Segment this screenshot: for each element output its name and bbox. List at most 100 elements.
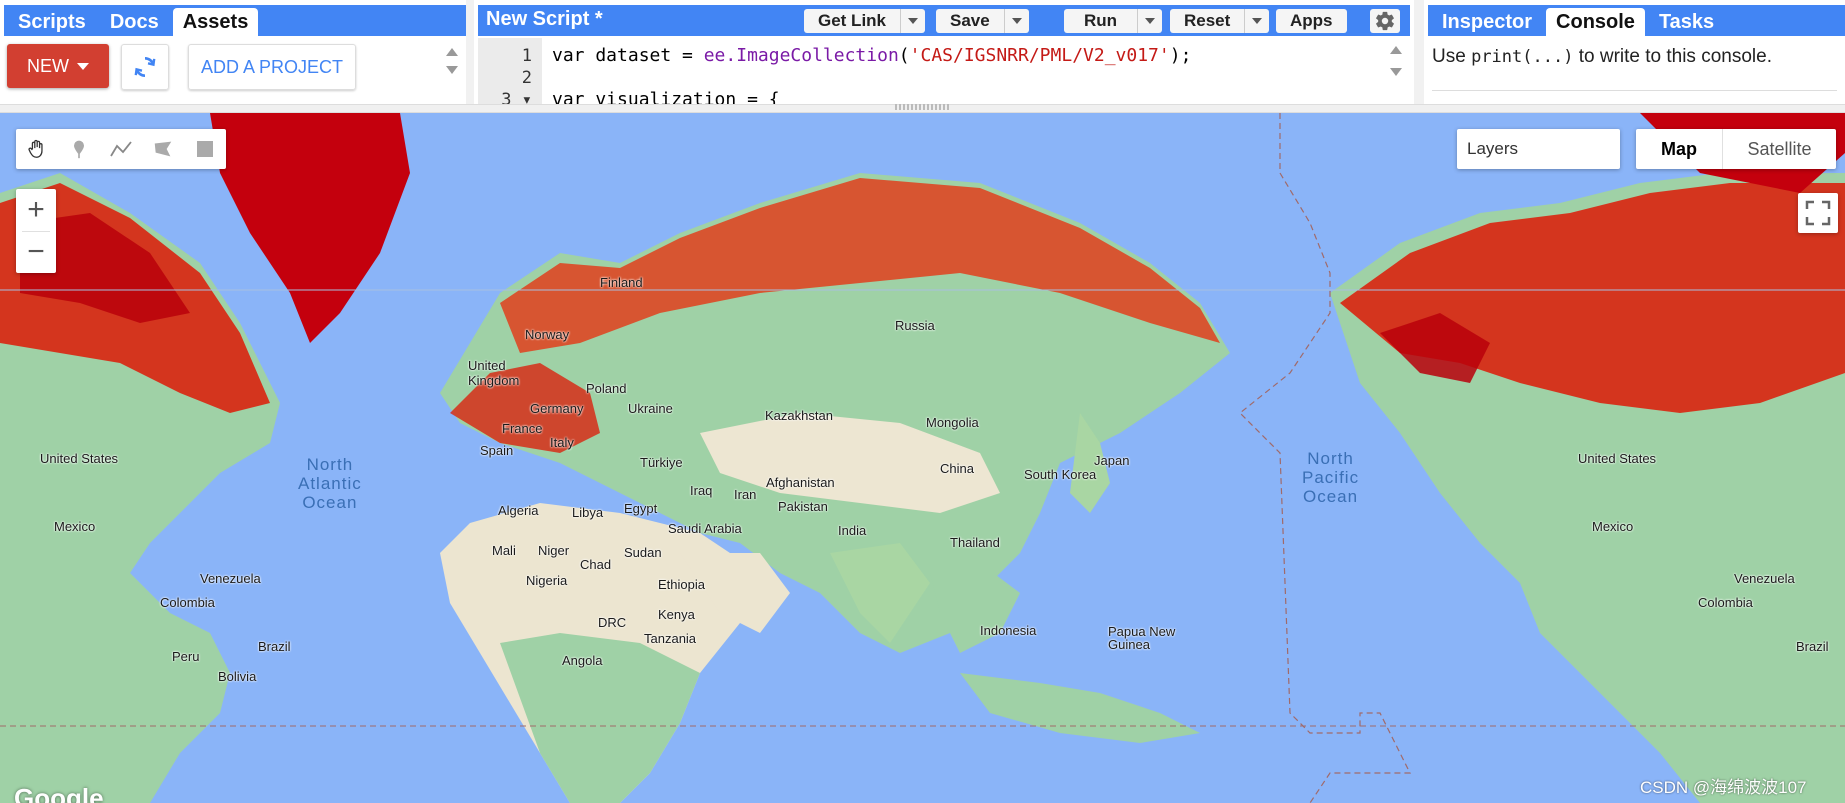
map-label: Venezuela <box>200 571 261 586</box>
refresh-button[interactable] <box>121 44 169 90</box>
polygon-tool-button[interactable] <box>142 129 184 169</box>
map-label: Iran <box>734 487 757 502</box>
get-link-dropdown[interactable] <box>900 9 925 33</box>
script-title[interactable]: New Script * <box>486 8 603 31</box>
map-canvas <box>0 113 1845 803</box>
line-tool-button[interactable] <box>100 129 142 169</box>
map-label: Algeria <box>498 503 539 518</box>
reset-dropdown[interactable] <box>1244 9 1269 33</box>
ocean-label: North Pacific Ocean <box>1302 449 1360 506</box>
map-label: Iraq <box>690 483 713 498</box>
code-function: ee.ImageCollection <box>703 45 899 66</box>
caret-down-icon <box>1252 18 1263 24</box>
get-link-button[interactable]: Get Link <box>804 9 926 33</box>
get-link-label: Get Link <box>818 11 887 30</box>
code-line-3[interactable]: var visualization = { <box>552 89 780 104</box>
assets-scrollbar[interactable] <box>446 48 458 74</box>
map-label: Norway <box>525 327 570 342</box>
settings-button[interactable] <box>1370 9 1400 33</box>
code-line-1[interactable]: var dataset = ee.ImageCollection('CAS/IG… <box>552 45 1191 66</box>
marker-tool-button[interactable] <box>58 129 100 169</box>
map-label: France <box>502 421 543 436</box>
polygon-icon <box>154 141 172 157</box>
map-label: Colombia <box>1698 595 1753 610</box>
code-tail: ); <box>1169 45 1192 66</box>
new-button[interactable]: NEW <box>7 44 109 88</box>
map-label: Bolivia <box>218 669 257 684</box>
fullscreen-icon <box>1805 200 1831 226</box>
map-label: Sudan <box>624 545 662 560</box>
map-label: Kenya <box>658 607 695 622</box>
save-dropdown[interactable] <box>1003 9 1029 33</box>
map-label: United States <box>1578 451 1657 466</box>
google-logo: Google <box>14 783 104 803</box>
tab-inspector[interactable]: Inspector <box>1432 8 1542 36</box>
map-label: Colombia <box>160 595 215 610</box>
left-splitter[interactable] <box>466 0 474 104</box>
map-label: Afghanistan <box>766 475 835 490</box>
caret-down-icon <box>1145 18 1156 24</box>
line-number: 3 ▾ <box>501 90 532 104</box>
rectangle-tool-button[interactable] <box>184 129 226 169</box>
map-label: Egypt <box>624 501 658 516</box>
map-label: Papua New Guinea <box>1108 624 1176 652</box>
map-label: Mexico <box>54 519 96 534</box>
code-paren: ( <box>898 45 910 66</box>
drag-handle-icon[interactable] <box>895 104 951 110</box>
scroll-down-icon[interactable] <box>446 66 458 74</box>
right-splitter[interactable] <box>1414 0 1424 104</box>
reset-button[interactable]: Reset <box>1170 9 1270 33</box>
map-label: Indonesia <box>980 623 1037 638</box>
add-project-button[interactable]: ADD A PROJECT <box>188 44 356 90</box>
scroll-up-icon[interactable] <box>446 48 458 56</box>
pan-tool-button[interactable] <box>16 129 58 169</box>
map-label: Mali <box>492 543 516 558</box>
zoom-out-button[interactable]: − <box>16 231 56 273</box>
caret-down-icon <box>77 62 89 70</box>
tab-tasks[interactable]: Tasks <box>1649 8 1724 36</box>
tab-console[interactable]: Console <box>1546 8 1645 36</box>
code-editor[interactable]: 1 2 3 ▾ var dataset = ee.ImageCollection… <box>478 38 1410 104</box>
map-label: Brazil <box>258 639 291 654</box>
caret-down-icon <box>1011 18 1022 24</box>
layers-button[interactable]: Layers <box>1457 129 1620 169</box>
save-button[interactable]: Save <box>936 9 1029 33</box>
line-number: 2 <box>521 68 532 88</box>
map-type-control: Map Satellite <box>1636 129 1836 169</box>
map-label: Angola <box>562 653 603 668</box>
map-label: Peru <box>172 649 200 664</box>
map-label: United Kingdom <box>468 358 520 388</box>
fullscreen-button[interactable] <box>1798 193 1838 233</box>
zoom-in-button[interactable]: + <box>16 189 56 231</box>
map-view[interactable]: North Atlantic Ocean North Pacific Ocean… <box>0 113 1845 803</box>
landmass-se-asia <box>930 563 1020 653</box>
map-label: Italy <box>550 435 574 450</box>
tab-assets[interactable]: Assets <box>172 8 259 36</box>
map-type-satellite[interactable]: Satellite <box>1723 129 1836 169</box>
map-label: Ethiopia <box>658 577 705 592</box>
new-button-label: NEW <box>27 55 69 76</box>
map-label: Spain <box>480 443 514 458</box>
map-label: Pakistan <box>778 499 828 514</box>
zoom-divider <box>22 231 50 232</box>
scroll-down-icon[interactable] <box>1390 68 1402 76</box>
scripts-panel: Scripts Docs Assets NEW ADD A PROJECT <box>0 0 466 104</box>
run-dropdown[interactable] <box>1137 9 1162 33</box>
ocean-label: North Atlantic Ocean <box>298 455 362 512</box>
run-button[interactable]: Run <box>1064 9 1163 33</box>
tab-scripts[interactable]: Scripts <box>8 8 96 36</box>
map-label: Germany <box>530 401 584 416</box>
map-label: DRC <box>598 615 627 630</box>
map-label: Nigeria <box>526 573 568 588</box>
scroll-up-icon[interactable] <box>1390 46 1402 54</box>
console-hint-code: print(...) <box>1471 47 1574 67</box>
map-label: Poland <box>586 381 627 396</box>
map-label: Kazakhstan <box>765 408 833 423</box>
tab-docs[interactable]: Docs <box>100 8 169 36</box>
map-label: Japan <box>1094 453 1130 468</box>
console-divider <box>1432 90 1837 91</box>
map-type-map[interactable]: Map <box>1636 129 1723 169</box>
editor-scrollbar[interactable] <box>1390 46 1402 76</box>
apps-button[interactable]: Apps <box>1276 9 1347 33</box>
drawing-toolbar <box>16 129 226 169</box>
